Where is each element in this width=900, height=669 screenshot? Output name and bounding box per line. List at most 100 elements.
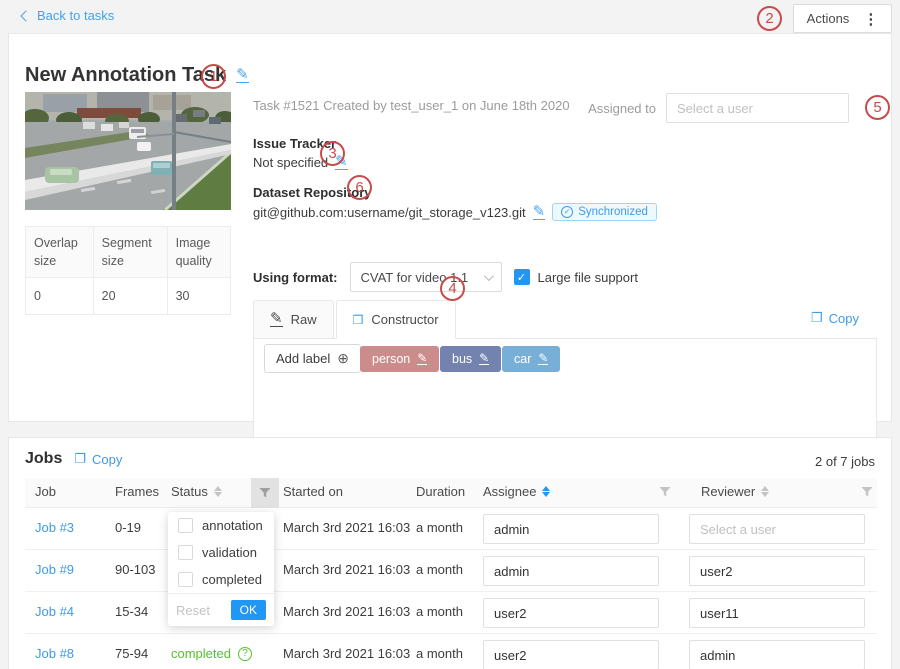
actions-button[interactable]: Actions ⋮	[793, 4, 892, 33]
dataset-repository-url: git@github.com:username/git_storage_v123…	[253, 205, 526, 220]
label-chip-car[interactable]: car ✎	[502, 346, 560, 372]
copy-icon: ❐	[74, 451, 86, 467]
param-value-overlap: 0	[26, 278, 94, 315]
edit-label-car-icon[interactable]: ✎	[538, 353, 548, 365]
status-filter-dropdown: annotation validation completed Reset OK	[168, 512, 274, 626]
task-details-card: New Annotation Task ✎	[8, 33, 892, 422]
filter-funnel-icon	[259, 487, 271, 499]
assignee-input[interactable]	[483, 640, 659, 669]
annotation-circle-4: 4	[440, 276, 465, 301]
reviewer-filter-button[interactable]	[861, 486, 873, 501]
task-preview-image	[25, 92, 231, 210]
job-duration: a month	[416, 604, 463, 619]
edit-label-bus-icon[interactable]: ✎	[479, 353, 489, 365]
col-job: Job	[35, 484, 56, 499]
filter-option-validation[interactable]: validation	[168, 539, 274, 566]
col-frames: Frames	[115, 484, 159, 499]
sync-badge-label: Synchronized	[578, 206, 648, 218]
col-status[interactable]: Status	[171, 484, 222, 499]
job-link[interactable]: Job #9	[35, 562, 74, 577]
jobs-title: Jobs	[25, 450, 62, 468]
param-value-quality: 30	[167, 278, 230, 315]
add-label-text: Add label	[276, 351, 330, 366]
filter-option-completed-label: completed	[202, 572, 262, 587]
col-assignee[interactable]: Assignee	[483, 484, 550, 499]
validation-checkbox[interactable]	[178, 545, 193, 560]
job-link[interactable]: Job #3	[35, 520, 74, 535]
job-frames: 0-19	[115, 520, 141, 535]
col-status-label: Status	[171, 484, 208, 499]
raw-pencil-icon: ✎	[270, 312, 283, 327]
col-assignee-label: Assignee	[483, 484, 536, 499]
jobs-count: 2 of 7 jobs	[815, 454, 875, 469]
back-to-tasks-link[interactable]: Back to tasks	[22, 8, 114, 23]
tab-raw[interactable]: ✎ Raw	[253, 300, 334, 338]
tab-raw-label: Raw	[291, 312, 317, 327]
job-link[interactable]: Job #8	[35, 646, 74, 661]
sync-check-icon: ✓	[561, 206, 573, 218]
constructor-block-icon: ❒	[353, 313, 364, 327]
status-sort-icon[interactable]	[214, 486, 222, 497]
assignee-filter-button[interactable]	[659, 486, 671, 501]
preview-road-scene	[25, 92, 231, 210]
annotation-circle-3: 3	[320, 141, 345, 166]
labels-copy-label: Copy	[829, 311, 859, 326]
assignee-sort-icon[interactable]	[542, 486, 550, 497]
status-filter-button[interactable]	[251, 478, 279, 508]
tab-constructor-label: Constructor	[371, 312, 438, 327]
reviewer-input[interactable]	[689, 514, 865, 544]
format-select[interactable]: CVAT for video 1.1	[350, 262, 502, 292]
col-started: Started on	[283, 484, 343, 499]
add-label-button[interactable]: Add label ⊕	[264, 344, 361, 373]
job-started: March 3rd 2021 16:03	[283, 646, 410, 661]
tab-constructor[interactable]: ❒ Constructor	[336, 300, 456, 339]
label-chip-person[interactable]: person ✎	[360, 346, 439, 372]
assigned-to-select[interactable]	[666, 93, 849, 123]
more-dots-icon: ⋮	[863, 10, 878, 28]
job-row-2: Job #9 90-103 March 3rd 2021 16:03 a mon…	[25, 550, 877, 592]
jobs-table-header: Job Frames Status Started on Duration As…	[25, 478, 877, 508]
chevron-down-icon	[483, 271, 493, 281]
param-header-overlap: Overlap size	[26, 227, 94, 278]
large-file-support-option: ✓ Large file support	[514, 269, 638, 285]
completed-checkbox[interactable]	[178, 572, 193, 587]
job-frames: 15-34	[115, 604, 148, 619]
annotation-circle-6: 6	[347, 175, 372, 200]
jobs-table: Job Frames Status Started on Duration As…	[25, 478, 877, 669]
assignee-input[interactable]	[483, 598, 659, 628]
assignee-input[interactable]	[483, 556, 659, 586]
label-chip-bus[interactable]: bus ✎	[440, 346, 501, 372]
reviewer-sort-icon[interactable]	[761, 486, 769, 497]
reviewer-input[interactable]	[689, 640, 865, 669]
annotation-circle-2: 2	[757, 6, 782, 31]
param-header-segment: Segment size	[93, 227, 167, 278]
col-duration: Duration	[416, 484, 465, 499]
filter-option-annotation[interactable]: annotation	[168, 512, 274, 539]
reviewer-input[interactable]	[689, 556, 865, 586]
edit-label-person-icon[interactable]: ✎	[417, 353, 427, 365]
filter-option-completed[interactable]: completed	[168, 566, 274, 593]
label-car-name: car	[514, 352, 531, 366]
filter-option-validation-label: validation	[202, 545, 257, 560]
job-started: March 3rd 2021 16:03	[283, 604, 410, 619]
labels-copy-button[interactable]: ❐ Copy	[811, 310, 859, 326]
back-to-tasks-label: Back to tasks	[37, 8, 114, 23]
actions-label: Actions	[807, 11, 850, 26]
filter-reset-button[interactable]: Reset	[176, 603, 210, 618]
reviewer-input[interactable]	[689, 598, 865, 628]
edit-repository-icon[interactable]: ✎	[533, 205, 546, 220]
page: Back to tasks Actions ⋮ New Annotation T…	[0, 0, 900, 669]
filter-ok-button[interactable]: OK	[231, 600, 266, 620]
annotation-checkbox[interactable]	[178, 518, 193, 533]
using-format-label: Using format:	[253, 270, 338, 285]
job-status-text: completed	[171, 646, 231, 661]
col-reviewer[interactable]: Reviewer	[701, 484, 769, 499]
assignee-input[interactable]	[483, 514, 659, 544]
job-link[interactable]: Job #4	[35, 604, 74, 619]
labels-constructor-panel: Add label ⊕ person ✎ bus ✎ car ✎	[253, 339, 877, 439]
edit-title-icon[interactable]: ✎	[236, 68, 249, 83]
back-arrow-icon	[20, 10, 31, 21]
job-frames: 90-103	[115, 562, 155, 577]
jobs-copy-button[interactable]: ❐ Copy	[74, 451, 122, 467]
large-file-checkbox[interactable]: ✓	[514, 269, 530, 285]
